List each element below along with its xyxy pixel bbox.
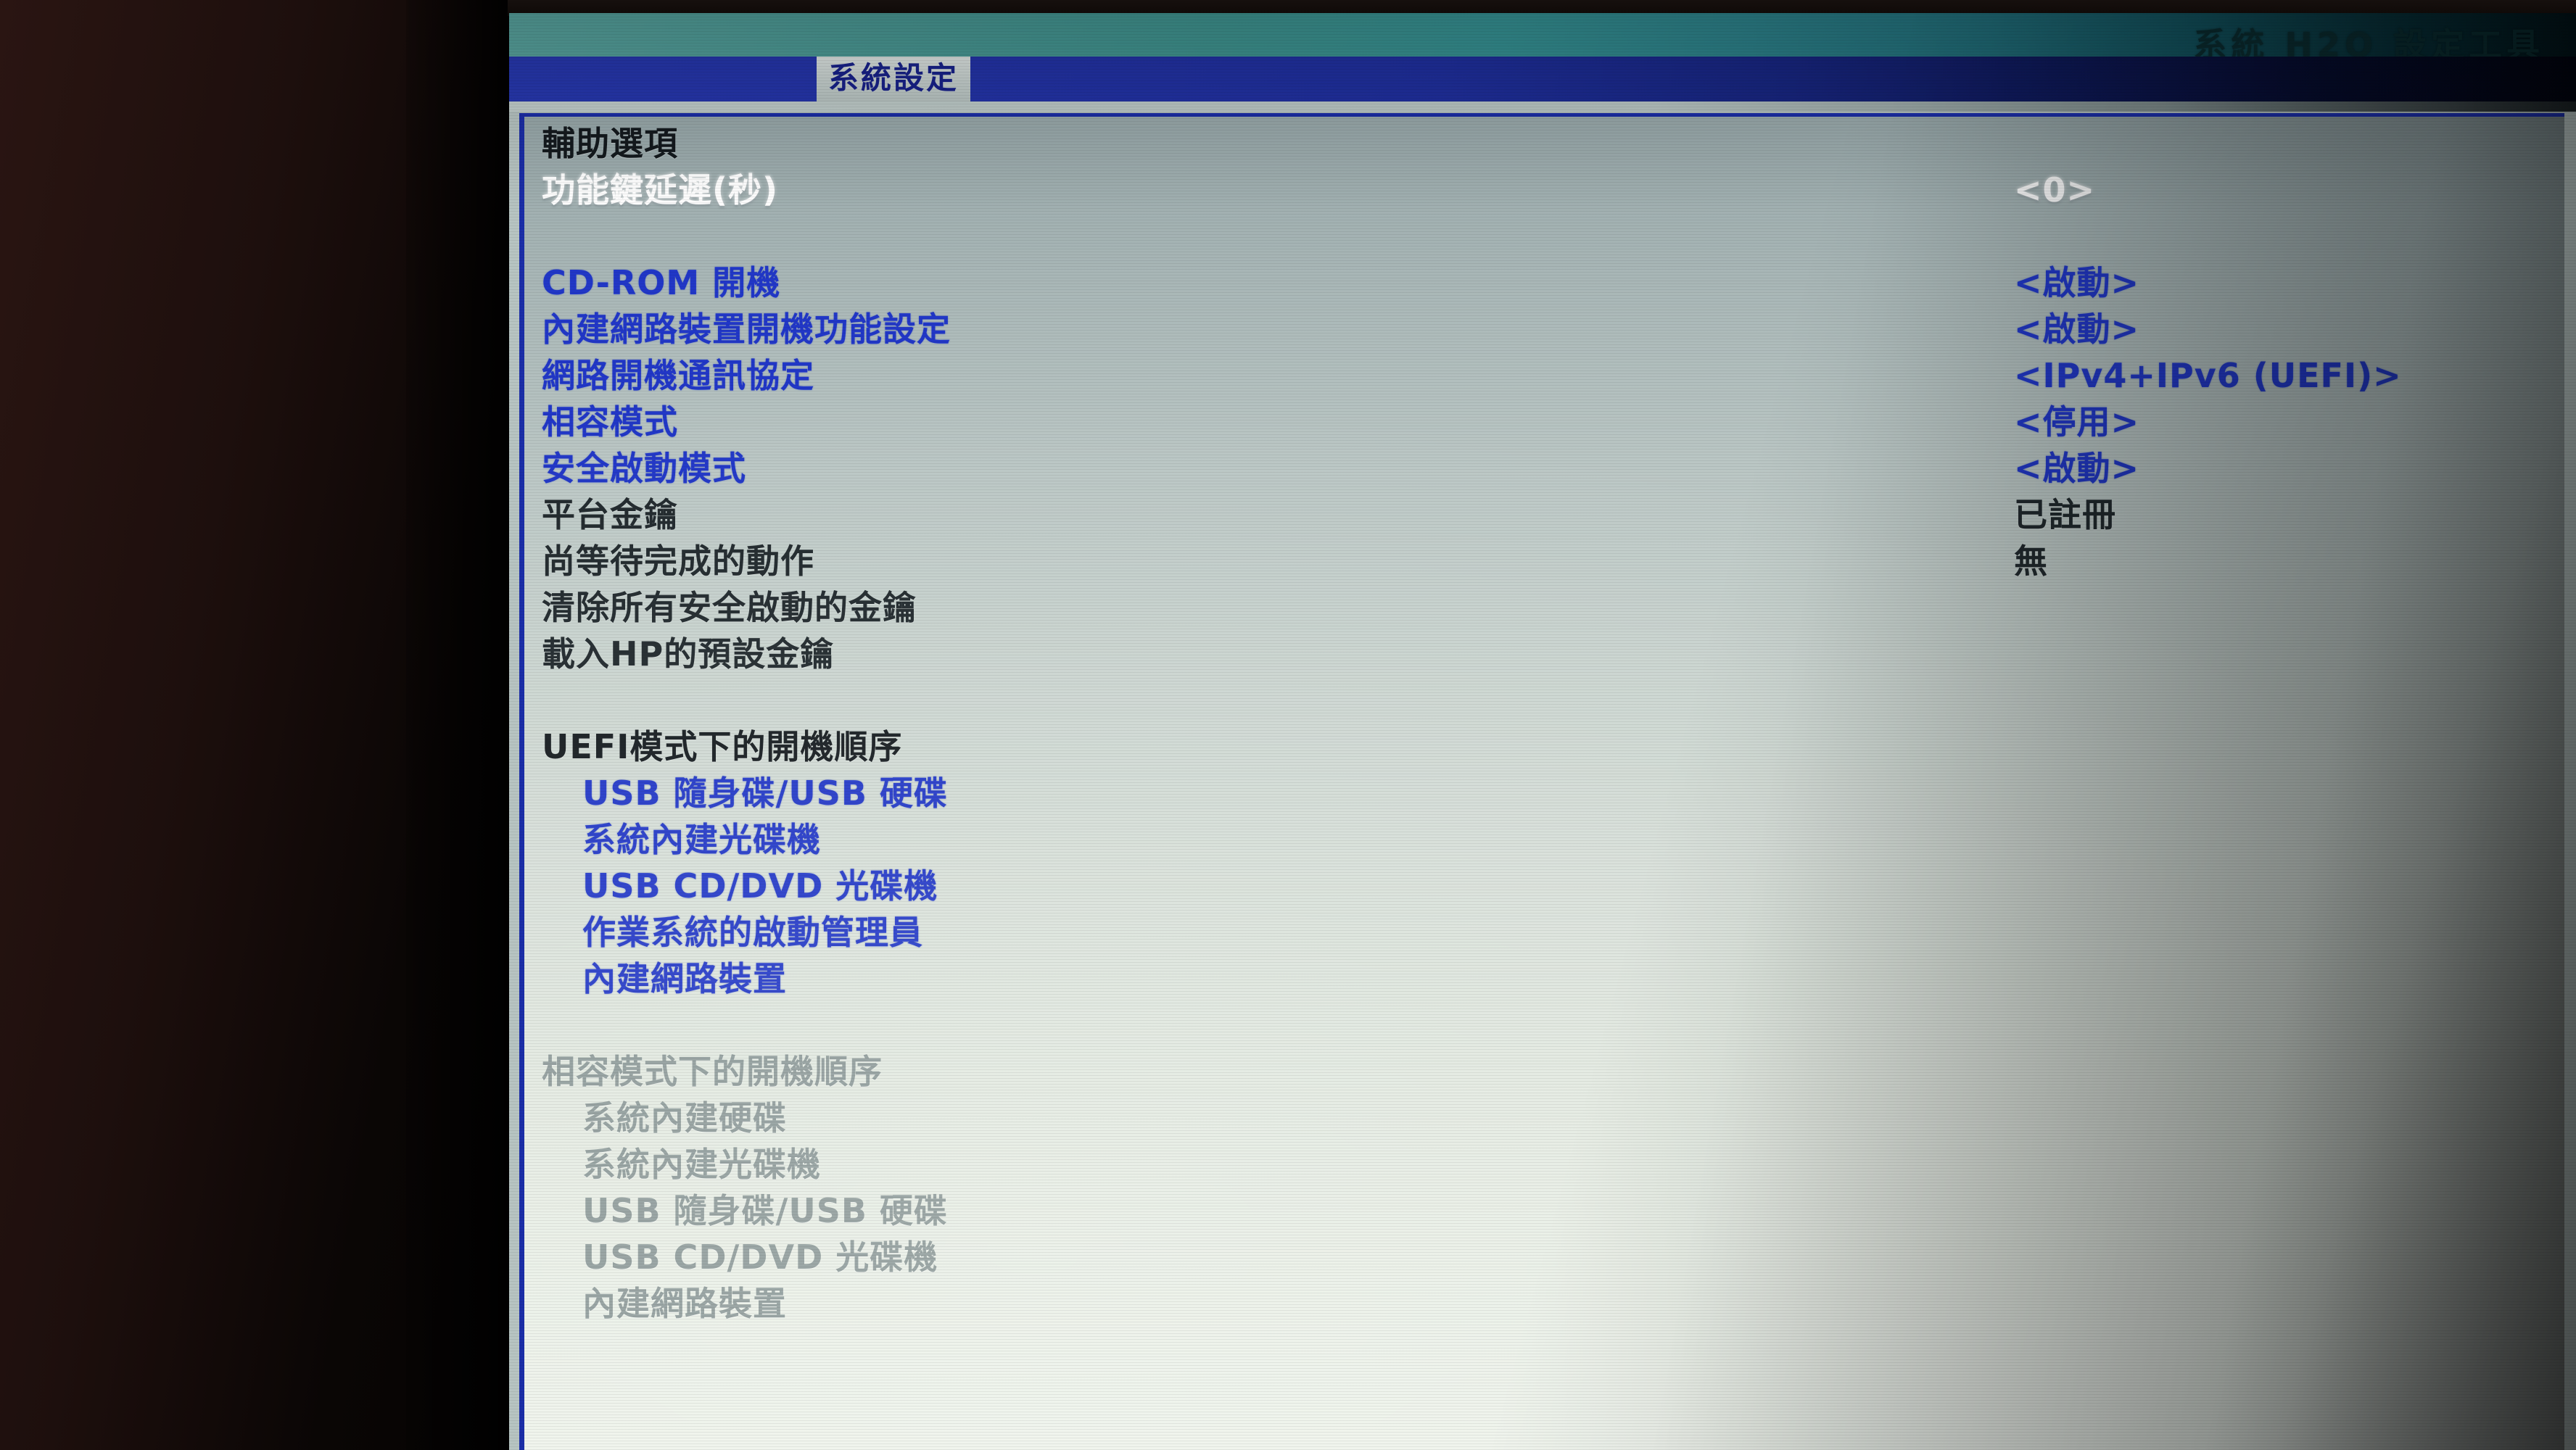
settings-row-spacer [542,1003,2558,1049]
setting-value[interactable]: <停用> [2014,399,2139,444]
settings-row: 內建網路裝置 [542,1281,2558,1327]
settings-row[interactable]: 系統內建光碟機 [542,817,2558,863]
setting-label[interactable]: 作業系統的啟動管理員 [542,910,923,955]
setting-value[interactable]: <IPv4+IPv6 (UEFI)> [2014,353,2402,398]
settings-row: 系統內建硬碟 [542,1095,2558,1142]
setting-label[interactable]: CD-ROM 開機 [542,260,780,305]
settings-row-spacer [542,678,2558,724]
setting-label[interactable]: 相容模式 [542,399,678,444]
settings-row[interactable]: CD-ROM 開機 <啟動> [542,260,2558,307]
setting-value[interactable]: <啟動> [2014,446,2139,491]
setting-label[interactable]: USB 隨身碟/USB 硬碟 [542,771,948,816]
setting-label[interactable]: 內建網路裝置開機功能設定 [542,307,951,352]
setting-label: 內建網路裝置 [582,1284,787,1323]
tab-system-configuration[interactable]: 系統設定 [817,57,971,102]
bios-tab-bar[interactable]: 系統設定 [509,57,2576,102]
setting-label[interactable]: 功能鍵延遲(秒) [542,167,778,212]
setting-label: 系統內建光碟機 [582,1145,821,1184]
setting-label: UEFI模式下的開機順序 [542,727,903,766]
settings-row: USB 隨身碟/USB 硬碟 [542,1188,2558,1235]
settings-row: UEFI模式下的開機順序 [542,724,2558,771]
setting-label: 輔助選項 [542,124,678,163]
settings-row-spacer [542,214,2558,260]
bios-setup-screen: 系統 H2O 設定工具 系統設定 輔助選項 功能鍵延遲(秒) <0> CD-ROM 開… [509,13,2576,1450]
setting-label[interactable]: 安全啟動模式 [542,446,746,491]
setting-label[interactable]: 網路開機通訊協定 [542,353,814,398]
settings-row: 輔助選項 [542,121,2558,167]
setting-label[interactable]: USB CD/DVD 光碟機 [542,863,938,908]
settings-row: 平台金鑰 已註冊 [542,492,2558,539]
setting-label[interactable]: 清除所有安全啟動的金鑰 [542,585,917,630]
settings-row[interactable]: USB CD/DVD 光碟機 [542,863,2558,910]
settings-row[interactable]: 安全啟動模式 <啟動> [542,446,2558,492]
settings-row[interactable]: 內建網路裝置 [542,956,2558,1003]
settings-row: 相容模式下的開機順序 [542,1049,2558,1095]
setting-label: 系統內建硬碟 [582,1098,787,1138]
settings-row-list: 輔助選項 功能鍵延遲(秒) <0> CD-ROM 開機 <啟動> 內建網路裝置開機功能設定… [542,121,2558,1327]
setting-value: 已註冊 [2014,495,2116,534]
settings-row[interactable]: 功能鍵延遲(秒) <0> [542,167,2558,214]
setting-value[interactable]: <0> [2014,167,2095,212]
settings-row[interactable]: 作業系統的啟動管理員 [542,910,2558,956]
photographed-screen: 系統 H2O 設定工具 系統設定 輔助選項 功能鍵延遲(秒) <0> CD-ROM 開… [0,0,2576,1450]
settings-panel: 輔助選項 功能鍵延遲(秒) <0> CD-ROM 開機 <啟動> 內建網路裝置開機功能設定… [519,113,2564,1450]
settings-row[interactable]: 相容模式 <停用> [542,399,2558,446]
setting-value[interactable]: <啟動> [2014,307,2139,352]
settings-row[interactable]: 清除所有安全啟動的金鑰 [542,585,2558,631]
setting-label[interactable]: 內建網路裝置 [542,956,787,1001]
settings-row[interactable]: 內建網路裝置開機功能設定 <啟動> [542,307,2558,353]
tab-underline-divider [509,102,2576,112]
setting-label: USB CD/DVD 光碟機 [582,1238,938,1277]
setting-label: 相容模式下的開機順序 [542,1052,883,1091]
setting-value: 無 [2014,542,2048,581]
settings-row: 系統內建光碟機 [542,1142,2558,1188]
settings-row[interactable]: 網路開機通訊協定 <IPv4+IPv6 (UEFI)> [542,353,2558,399]
setting-label[interactable]: 系統內建光碟機 [542,817,821,862]
setting-label: 平台金鑰 [542,495,678,534]
settings-row: 尚等待完成的動作 無 [542,539,2558,585]
settings-row: USB CD/DVD 光碟機 [542,1235,2558,1281]
setting-value[interactable]: <啟動> [2014,260,2139,305]
monitor-bezel-shadow [406,0,515,1450]
setting-label[interactable]: 載入HP的預設金鑰 [542,631,834,676]
settings-row[interactable]: USB 隨身碟/USB 硬碟 [542,771,2558,817]
setting-label: 尚等待完成的動作 [542,542,814,581]
settings-row[interactable]: 載入HP的預設金鑰 [542,631,2558,678]
setting-label: USB 隨身碟/USB 硬碟 [582,1191,948,1230]
